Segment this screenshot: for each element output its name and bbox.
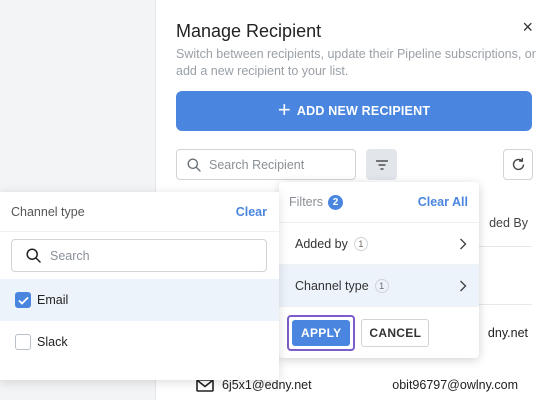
refresh-icon [512,157,524,171]
search-recipient-input[interactable] [209,157,339,172]
filter-icon [375,159,388,170]
channel-option-email[interactable]: Email [0,279,279,321]
table-cell-added-by: dny.net [487,326,528,340]
channel-option-label: Email [37,293,69,307]
recipient-added-by: obit96797@owlny.com [392,378,518,392]
filter-button[interactable] [366,149,397,180]
channel-option-label: Slack [37,335,68,349]
channel-type-label: Channel type [11,204,85,219]
filter-count-badge: 1 [374,278,389,293]
filters-header: Filters 2 Clear All [279,182,479,222]
apply-button[interactable]: APPLY [292,319,351,346]
clear-button[interactable]: Clear [236,205,267,219]
checkbox-unchecked[interactable] [15,334,31,350]
page-title: Manage Recipient [176,21,322,41]
filters-count-badge: 2 [328,194,344,210]
search-recipient-field[interactable] [176,149,356,180]
search-icon [187,158,201,172]
mail-icon [196,378,214,392]
add-new-recipient-label: ADD NEW RECIPIENT [296,104,431,118]
add-new-recipient-button[interactable]: + ADD NEW RECIPIENT [176,91,532,131]
check-icon [17,296,29,305]
close-icon[interactable]: × [522,18,533,36]
apply-focus-ring: APPLY [287,314,356,351]
chevron-right-icon [459,280,467,292]
page-subtitle: Switch between recipients, update their … [176,47,536,78]
filter-item-label: Added by [295,236,348,251]
filters-dropdown: Filters 2 Clear All Added by 1 Channel t… [279,182,479,358]
filter-item-channel-type[interactable]: Channel type 1 [279,264,479,306]
search-icon [26,248,41,263]
filter-item-added-by[interactable]: Added by 1 [279,222,479,264]
checkbox-checked[interactable] [15,292,31,308]
channel-type-submenu: Channel type Clear Email Slack [0,192,279,380]
column-header-added-by: ded By [489,216,528,230]
filter-actions: APPLY CANCEL [279,306,479,358]
plus-icon: + [277,97,291,122]
refresh-button[interactable] [503,149,533,180]
channel-search-field[interactable] [11,239,267,272]
chevron-right-icon [459,238,467,250]
filter-item-label: Channel type [295,278,369,293]
channel-option-slack[interactable]: Slack [0,321,279,363]
clear-all-button[interactable]: Clear All [418,195,468,209]
recipient-email: 6j5x1@edny.net [222,378,312,392]
cancel-button[interactable]: CANCEL [361,318,430,347]
channel-search-input[interactable] [50,248,250,263]
channel-type-header: Channel type Clear [0,192,279,232]
filters-label: Filters [289,195,324,209]
filter-count-badge: 1 [353,236,368,251]
table-row[interactable]: 6j5x1@edny.net obit96797@owlny.com [196,378,518,392]
